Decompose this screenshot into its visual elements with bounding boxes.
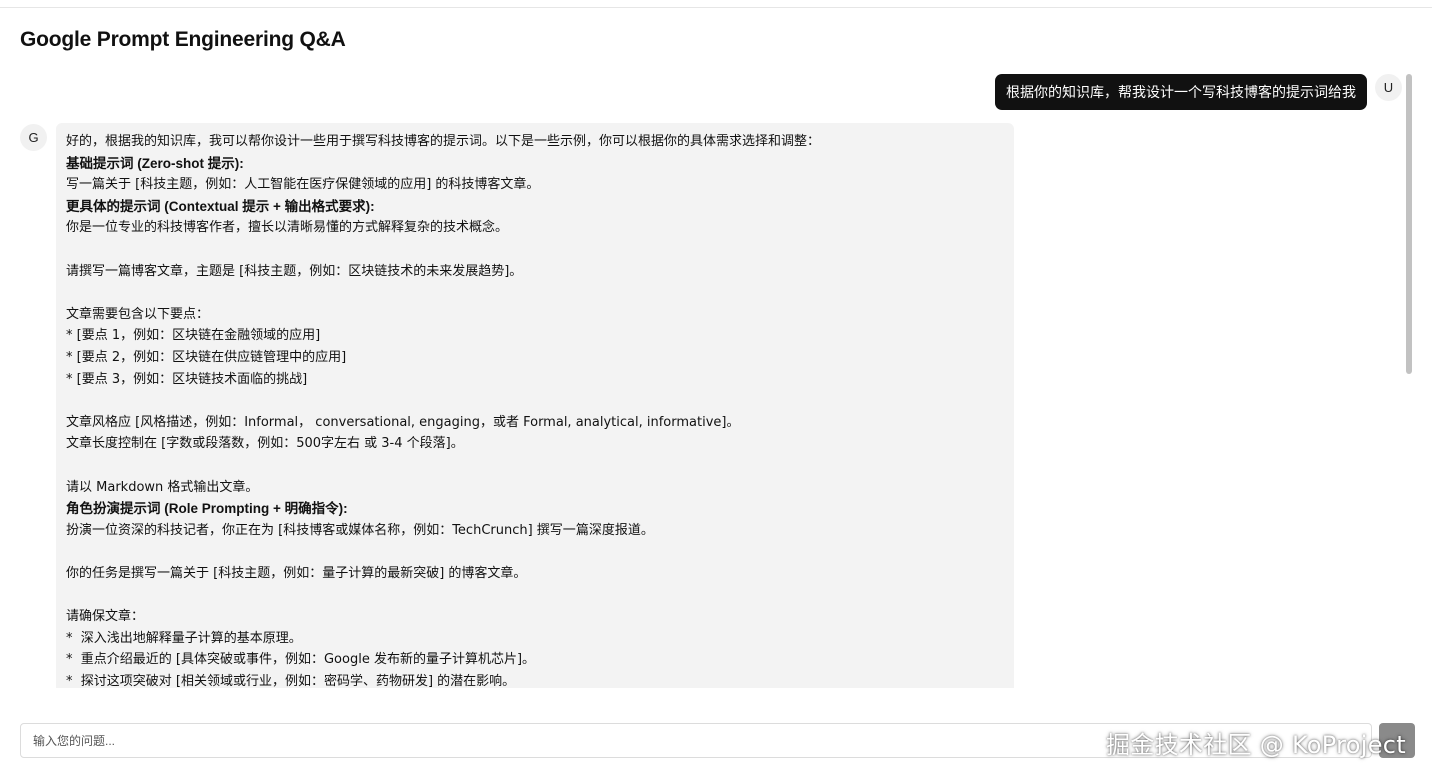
scrollbar-thumb[interactable] (1406, 74, 1412, 374)
send-button[interactable] (1379, 723, 1415, 758)
bot-message-line (66, 282, 1004, 304)
chat-scrollbar[interactable] (1405, 72, 1413, 686)
bot-message-bubble: 好的，根据我的知识库，我可以帮你设计一些用于撰写科技博客的提示词。以下是一些示例… (56, 123, 1014, 688)
bot-message-row: G 好的，根据我的知识库，我可以帮你设计一些用于撰写科技博客的提示词。以下是一些… (20, 123, 1014, 688)
bot-message-line: * [要点 1，例如：区块链在金融领域的应用] (66, 328, 321, 344)
bot-message-line: 请撰写一篇博客文章，主题是 [科技主题，例如：区块链技术的未来发展趋势]。 (66, 263, 523, 279)
bot-message-line (66, 239, 1004, 261)
bot-message-line (66, 584, 1004, 606)
bot-message-line (66, 455, 1004, 477)
top-divider (0, 7, 1432, 8)
bot-message-line (66, 390, 1004, 412)
bot-message-line: 请确保文章： (66, 609, 145, 625)
user-avatar: U (1375, 74, 1402, 101)
bot-avatar: G (20, 124, 47, 151)
bot-message-line: 扮演一位资深的科技记者，你正在为 [科技博客或媒体名称，例如：TechCrunc… (66, 522, 654, 538)
chat-messages[interactable]: 根据你的知识库，帮我设计一个写科技博客的提示词给我 U G 好的，根据我的知识库… (0, 68, 1432, 688)
bot-message-line: 文章长度控制在 [字数或段落数，例如：500字左右 或 3-4 个段落]。 (66, 436, 464, 452)
bot-message-line: 你的任务是撰写一篇关于 [科技主题，例如：量子计算的最新突破] 的博客文章。 (66, 565, 527, 581)
bot-message-line: * 重点介绍最近的 [具体突破或事件，例如：Google 发布新的量子计算机芯片… (66, 652, 536, 668)
bot-message-line: * 探讨这项突破对 [相关领域或行业，例如：密码学、药物研发] 的潜在影响。 (66, 673, 516, 688)
bot-message-line: * 深入浅出地解释量子计算的基本原理。 (66, 630, 302, 646)
bot-message-line: 你是一位专业的科技博客作者，擅长以清晰易懂的方式解释复杂的技术概念。 (66, 220, 509, 236)
bot-message-heading: 更具体的提示词 (Contextual 提示 + 输出格式要求): (66, 198, 375, 214)
bot-message-line: 请以 Markdown 格式输出文章。 (66, 479, 259, 495)
bot-message-line: 文章风格应 [风格描述，例如：Informal， conversational,… (66, 414, 740, 430)
bot-message-line: * [要点 2，例如：区块链在供应链管理中的应用] (66, 349, 347, 365)
bot-message-line: 写一篇关于 [科技主题，例如：人工智能在医疗保健领域的应用] 的科技博客文章。 (66, 177, 540, 193)
page-title: Google Prompt Engineering Q&A (20, 28, 346, 51)
bot-message-line: 文章需要包含以下要点： (66, 306, 210, 322)
bot-message-line: * [要点 3，例如：区块链技术面临的挑战] (66, 371, 308, 387)
user-message-row: 根据你的知识库，帮我设计一个写科技博客的提示词给我 U (995, 74, 1402, 110)
bot-message-line: 好的，根据我的知识库，我可以帮你设计一些用于撰写科技博客的提示词。以下是一些示例… (66, 134, 821, 149)
question-input[interactable] (20, 723, 1372, 758)
bot-message-heading: 角色扮演提示词 (Role Prompting + 明确指令): (66, 501, 348, 517)
user-message-bubble: 根据你的知识库，帮我设计一个写科技博客的提示词给我 (995, 74, 1367, 110)
bot-message-line (66, 541, 1004, 563)
bot-message-heading: 基础提示词 (Zero-shot 提示): (66, 155, 244, 171)
